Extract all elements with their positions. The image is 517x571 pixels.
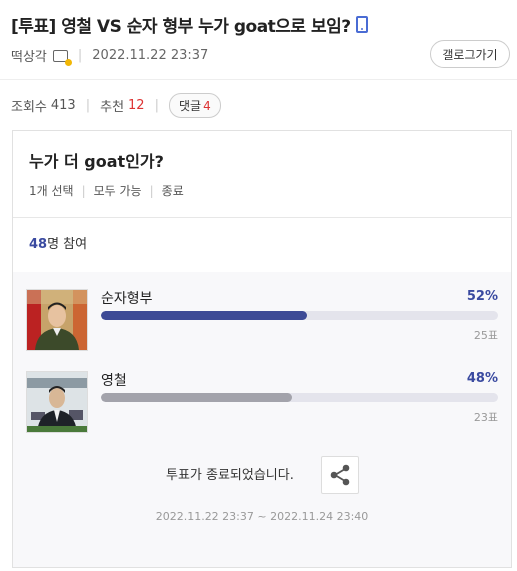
candidate-bar [101,311,498,320]
stats-divider: | [85,98,91,113]
candidate-1-photo [27,290,87,350]
recommend-count: 12 [128,98,145,113]
comments-label: 댓글 [178,99,202,113]
poll-option-all: 모두 가능 [93,184,142,198]
poll-option-divider: | [149,183,154,198]
post-title: [투표] 영철 VS 순자 형부 누가 goat으로 보임? [11,12,368,37]
post-meta: 떡상각 | 2022.11.22 23:37 [11,46,209,66]
candidate-votes: 23표 [473,411,498,424]
candidate-bar [101,393,498,402]
participants-count: 48 [29,237,48,252]
poll-option-single: 1개 선택 [29,184,74,198]
recommend-label: 추천 [100,100,125,115]
header-divider [0,79,517,80]
candidate-2-photo [27,372,87,432]
mobile-icon [355,16,368,33]
poll-ended-text: 투표가 종료되었습니다. [166,468,294,483]
views-label: 조회수 [11,100,47,115]
poll-period: 2022.11.22 23:37 ~ 2022.11.24 23:40 [155,510,369,523]
candidate-photo [26,289,88,351]
poll-option-divider: | [81,183,86,198]
candidate-1: 순자형부 52% 25표 [26,289,498,353]
candidate-percent: 48% [466,371,498,386]
author-name[interactable]: 떡상각 [11,46,47,65]
meta-divider: | [77,48,83,63]
share-icon [330,464,350,486]
participants-suffix: 명 참여 [47,237,88,252]
poll-options: 1개 선택 | 모두 가능 | 종료 [29,182,184,199]
post-stats: 조회수 413 | 추천 12 | 댓글 4 [11,93,221,118]
candidate-votes: 25표 [473,329,498,342]
post-title-text: [투표] 영철 VS 순자 형부 누가 goat으로 보임? [11,17,351,37]
comments-count: 4 [203,99,211,113]
comments-button[interactable]: 댓글 4 [168,93,221,118]
views-count: 413 [50,98,76,113]
poll-header: 누가 더 goat인가? 1개 선택 | 모두 가능 | 종료 [13,131,511,218]
image-attachment-icon [52,49,72,66]
candidate-name: 영철 [101,373,127,389]
candidate-2: 영철 48% 23표 [26,371,498,435]
poll-question: 누가 더 goat인가? [29,152,164,171]
gallery-button[interactable]: 갤로그가기 [430,40,510,68]
candidate-bar-fill [101,311,308,320]
candidate-percent: 52% [466,289,498,304]
candidate-photo [26,371,88,433]
poll-participants: 48명 참여 [29,233,87,252]
post-date: 2022.11.22 23:37 [92,48,209,63]
poll-box: 누가 더 goat인가? 1개 선택 | 모두 가능 | 종료 48명 참여 순… [12,130,512,568]
poll-status: 종료 [161,184,184,198]
share-button[interactable] [321,456,359,494]
stats-divider: | [154,98,159,113]
poll-results: 순자형부 52% 25표 영철 48% 23표 투표가 종료되었습니다. 202… [13,272,511,567]
candidate-bar-fill [101,393,292,402]
candidate-name: 순자형부 [101,291,153,307]
